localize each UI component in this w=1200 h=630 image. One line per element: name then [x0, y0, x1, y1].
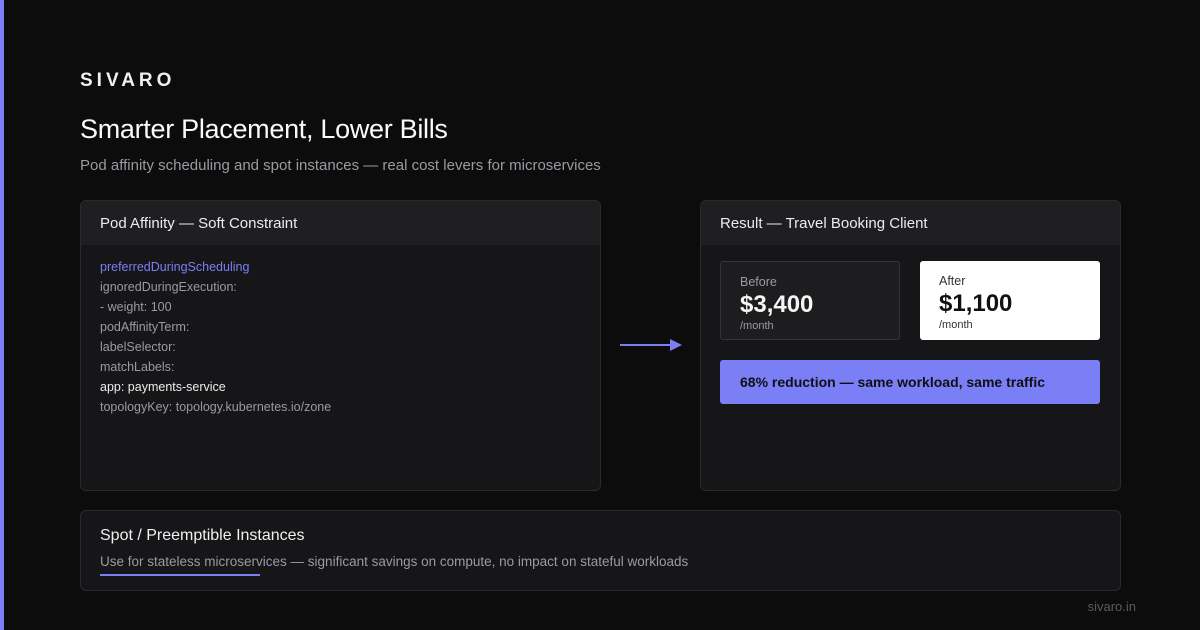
spot-instances-description: Use for stateless microservices — signif… — [100, 554, 689, 569]
accent-bar — [0, 0, 4, 630]
page-title: Smarter Placement, Lower Bills — [80, 114, 448, 144]
code-line: preferredDuringScheduling — [100, 260, 250, 274]
accent-underline — [100, 574, 260, 576]
code-line: matchLabels: — [100, 360, 175, 374]
reduction-banner: 68% reduction — same workload, same traf… — [720, 360, 1100, 404]
before-value: $3,400 — [740, 291, 814, 318]
after-value: $1,100 — [939, 290, 1013, 317]
spot-instances-card: Spot / Preemptible Instances Use for sta… — [80, 510, 1121, 591]
pod-affinity-card-heading: Pod Affinity — Soft Constraint — [81, 201, 600, 245]
spot-instances-title: Spot / Preemptible Instances — [100, 527, 305, 544]
before-unit: /month — [740, 320, 774, 332]
code-line: labelSelector: — [100, 340, 176, 354]
after-label: After — [939, 274, 966, 288]
code-line: ignoredDuringExecution: — [100, 280, 237, 294]
before-label: Before — [740, 275, 777, 289]
brand-logo: SIVARO — [80, 70, 176, 91]
code-line: podAffinityTerm: — [100, 320, 190, 334]
result-card: Result — Travel Booking Client Before $3… — [700, 200, 1121, 491]
after-unit: /month — [939, 319, 973, 331]
footer-url: sivaro.in — [1087, 599, 1136, 614]
before-price-box: Before $3,400 /month — [720, 261, 900, 340]
after-price-box: After $1,100 /month — [920, 261, 1100, 340]
code-line: topologyKey: topology.kubernetes.io/zone — [100, 400, 332, 414]
pod-affinity-card: Pod Affinity — Soft Constraint preferred… — [80, 200, 601, 491]
affinity-code-block: preferredDuringScheduling ignoredDuringE… — [81, 245, 600, 429]
page-subtitle: Pod affinity scheduling and spot instanc… — [80, 157, 601, 174]
result-card-heading: Result — Travel Booking Client — [701, 201, 1120, 245]
code-line: - weight: 100 — [100, 300, 172, 314]
code-line: app: payments-service — [100, 380, 226, 394]
arrow-right-icon — [620, 336, 684, 359]
